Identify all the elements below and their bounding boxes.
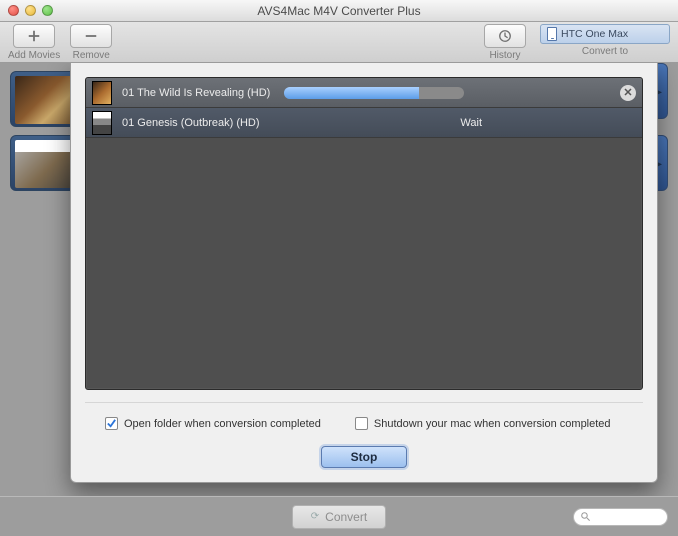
convert-button-label: Convert — [325, 510, 367, 524]
progress-bar — [284, 87, 464, 99]
progress-fill — [284, 87, 419, 99]
window-controls — [0, 5, 53, 16]
minimize-window-button[interactable] — [25, 5, 36, 16]
conversion-queue: 01 The Wild Is Revealing (HD) ✕ 01 Genes… — [85, 77, 643, 390]
main-stage: ▸ ▸ 01 The Wild Is Revealing (HD) ✕ 01 G… — [0, 63, 678, 536]
video-thumb — [92, 111, 112, 135]
convert-button[interactable]: ⟳ Convert — [292, 505, 386, 529]
search-input[interactable] — [573, 508, 668, 526]
stop-button-label: Stop — [351, 450, 378, 464]
zoom-window-button[interactable] — [42, 5, 53, 16]
open-folder-option[interactable]: Open folder when conversion completed — [105, 417, 321, 430]
search-icon — [580, 511, 591, 522]
queue-item-title: 01 The Wild Is Revealing (HD) — [122, 87, 270, 99]
remove-button[interactable] — [70, 24, 112, 48]
clock-icon — [498, 29, 512, 43]
queue-row[interactable]: 01 Genesis (Outbreak) (HD) Wait — [86, 108, 642, 138]
open-folder-label: Open folder when conversion completed — [124, 418, 321, 430]
shutdown-label: Shutdown your mac when conversion comple… — [374, 418, 611, 430]
device-icon — [547, 27, 557, 41]
window-titlebar: AVS4Mac M4V Converter Plus — [0, 0, 678, 22]
toolbar: Add Movies Remove History HTC One Max Co… — [0, 22, 678, 63]
cancel-item-button[interactable]: ✕ — [620, 85, 636, 101]
convert-to-value: HTC One Max — [561, 28, 628, 40]
shutdown-option[interactable]: Shutdown your mac when conversion comple… — [355, 417, 611, 430]
add-movies-label: Add Movies — [8, 50, 60, 61]
refresh-icon: ⟳ — [311, 511, 319, 522]
checkbox-checked[interactable] — [105, 417, 118, 430]
queue-item-status: Wait — [460, 117, 482, 129]
queue-item-title: 01 Genesis (Outbreak) (HD) — [122, 117, 260, 129]
add-movies-button[interactable] — [13, 24, 55, 48]
history-label: History — [489, 50, 520, 61]
minus-icon — [84, 29, 98, 43]
window-title: AVS4Mac M4V Converter Plus — [0, 4, 678, 18]
conversion-sheet: 01 The Wild Is Revealing (HD) ✕ 01 Genes… — [70, 63, 658, 483]
remove-label: Remove — [73, 50, 110, 61]
history-button[interactable] — [484, 24, 526, 48]
checkbox-unchecked[interactable] — [355, 417, 368, 430]
convert-to-label: Convert to — [582, 46, 628, 57]
video-thumb — [92, 81, 112, 105]
plus-icon — [27, 29, 41, 43]
footer-bar: ⟳ Convert — [0, 496, 678, 536]
queue-row[interactable]: 01 The Wild Is Revealing (HD) ✕ — [86, 78, 642, 108]
convert-to-select[interactable]: HTC One Max — [540, 24, 670, 44]
sheet-options: Open folder when conversion completed Sh… — [85, 402, 643, 430]
close-icon: ✕ — [623, 86, 632, 99]
check-icon — [106, 418, 117, 429]
close-window-button[interactable] — [8, 5, 19, 16]
stop-button[interactable]: Stop — [321, 446, 407, 468]
sheet-actions: Stop — [71, 430, 657, 482]
